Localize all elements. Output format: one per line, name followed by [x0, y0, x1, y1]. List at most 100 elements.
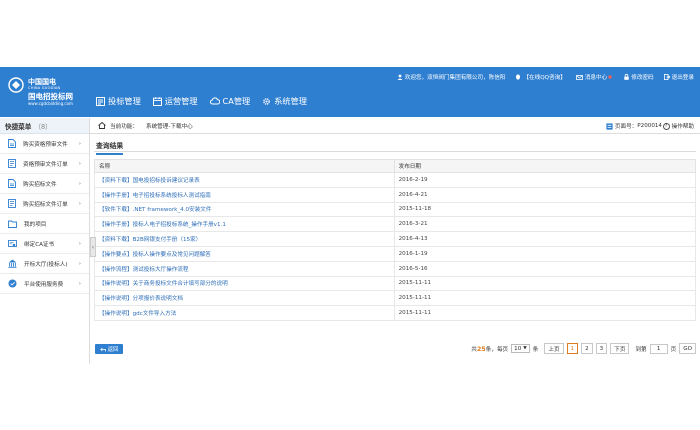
main-nav: 投标管理 运营管理 CA管理 系统管理	[96, 95, 319, 107]
quick-menu-title: 快捷菜单 （8）	[0, 118, 89, 134]
pagination: 共25条，每页 10 ▼ 条 上页 1 2 3 下页 到第 1 页 GO	[471, 343, 696, 354]
next-page-button[interactable]: 下页	[610, 343, 630, 354]
file-name-link[interactable]: 【操作流程】测试投标大厅操作流程	[94, 260, 395, 277]
qq-icon	[516, 74, 521, 80]
chevron-down-icon: ▼	[523, 346, 527, 351]
page-button-1[interactable]: 1	[566, 343, 579, 354]
back-arrow-icon	[99, 347, 106, 351]
publish-date: 2016-2-19	[393, 172, 697, 188]
operation-help-link[interactable]: ? 操作帮助	[662, 122, 694, 130]
sidebar-collapse-handle[interactable]: ‹	[90, 237, 96, 257]
logout-label: 退出登录	[671, 75, 694, 81]
publish-date: 2015-11-18	[393, 201, 697, 218]
file-name-link[interactable]: 【软件下载】.NET framework_4.0安装文件	[94, 201, 395, 218]
message-center-label: 消息中心	[584, 75, 608, 81]
message-center-link[interactable]: 消息中心	[575, 73, 614, 81]
nav-system-management[interactable]: 系统管理	[262, 95, 307, 107]
publish-date: 2015-11-11	[393, 305, 697, 321]
breadcrumb: 当前功能： 系统管理-下载中心 页面号： P200014 ? 操作帮助	[90, 118, 700, 134]
sidebar: 快捷菜单 （8） 购买资格预审文件 › 资格预审文件订单 › 购买招标文件 › …	[0, 118, 90, 364]
file-name-link[interactable]: 【操作手册】电子招投标系统投标人测试指南	[94, 186, 395, 203]
page-code-label: 页面号：	[614, 124, 638, 130]
sidebar-item-prequal-orders[interactable]: 资格预审文件订单 ›	[0, 154, 89, 174]
order-icon	[8, 199, 16, 208]
publish-date: 2016-4-13	[393, 231, 697, 247]
qq-consult-label: 【在线QQ咨询】	[523, 75, 566, 81]
file-name-link[interactable]: 【资料下载】国电投招标投诉建议记录表	[94, 172, 395, 188]
column-header-date: 发布日期	[393, 159, 697, 173]
prev-page-button[interactable]: 上页	[544, 343, 564, 354]
nav-label: 投标管理	[108, 96, 141, 106]
back-button[interactable]: 返回	[95, 344, 123, 354]
title-divider	[94, 151, 696, 152]
table-row: 【操作流程】测试投标大厅操作流程 2016-5-16	[94, 260, 697, 277]
company-name-en: CHINA GUODIAN	[28, 86, 61, 90]
sidebar-item-buy-prequal-docs[interactable]: 购买资格预审文件 ›	[0, 134, 89, 154]
page-button-2[interactable]: 2	[581, 343, 593, 354]
table-header-row: 名称 发布日期	[94, 159, 697, 173]
lock-icon	[624, 74, 629, 80]
nav-label: 系统管理	[274, 96, 307, 106]
document-icon	[8, 179, 16, 188]
per-page-select[interactable]: 10 ▼	[511, 344, 530, 353]
file-name-link[interactable]: 【操作说明】分项报价表说明文档	[94, 290, 395, 307]
sidebar-item-label: 购买招标文件	[23, 181, 57, 188]
operation-help-label: 操作帮助	[671, 124, 694, 130]
publish-date: 2015-11-11	[393, 290, 697, 307]
nav-bid-management[interactable]: 投标管理	[96, 95, 141, 107]
nav-label: 运营管理	[164, 96, 198, 106]
publish-date: 2016-3-21	[393, 216, 697, 233]
user-welcome: 欢迎您，双恒阀门集团有限公司，陈信阳	[397, 73, 505, 81]
gear-icon	[263, 97, 271, 105]
sidebar-item-buy-tender-docs[interactable]: 购买招标文件 ›	[0, 174, 89, 194]
file-name-link[interactable]: 【操作手册】投标人电子招投标系统_操作手册v1.1	[94, 216, 395, 233]
page-button-3[interactable]: 3	[595, 343, 608, 354]
sidebar-item-bid-opening-hall[interactable]: 开标大厅(投标人) ›	[0, 254, 89, 274]
sidebar-item-service-fee[interactable]: 平台使用服务费 ›	[0, 274, 89, 294]
goto-page-input[interactable]: 1	[649, 343, 668, 354]
page-code-icon	[606, 122, 613, 130]
change-password-link[interactable]: 修改密码	[624, 73, 654, 81]
sidebar-item-label: 我的项目	[24, 221, 47, 228]
table-row: 【资料下载】B2B网银支付手册（15家） 2016-4-13	[94, 231, 697, 247]
home-icon[interactable]	[98, 122, 106, 129]
sidebar-item-bind-ca[interactable]: 绑定CA证书 ›	[0, 234, 89, 254]
table-row: 【操作说明】gdc文件导入方法 2015-11-11	[94, 305, 697, 321]
main-content: 当前功能： 系统管理-下载中心 页面号： P200014 ? 操作帮助 查询结果…	[90, 118, 700, 364]
site-logo[interactable]: 中国国电 CHINA GUODIAN 国电招投标网 www.cgdcbiddin…	[8, 73, 88, 109]
chevron-right-icon: ›	[78, 240, 81, 247]
guodian-logo-icon	[8, 77, 24, 93]
sidebar-item-my-projects[interactable]: 我的项目	[0, 214, 89, 234]
certificate-icon	[8, 239, 17, 247]
breadcrumb-path: 系统管理-下载中心	[145, 123, 193, 130]
column-header-name: 名称	[94, 159, 395, 173]
file-name-link[interactable]: 【操作说明】gdc文件导入方法	[94, 305, 395, 321]
go-button[interactable]: GO	[679, 343, 696, 354]
table-row: 【操作要点】投标人操作要点及常见问题解答 2016-1-19	[94, 245, 697, 262]
sidebar-item-label: 开标大厅(投标人)	[24, 261, 68, 268]
table-row: 【操作手册】投标人电子招投标系统_操作手册v1.1 2016-3-21	[94, 216, 697, 233]
qq-consult-link[interactable]: 【在线QQ咨询】	[515, 73, 566, 81]
sidebar-item-tender-orders[interactable]: 购买招标文件订单 ›	[0, 194, 89, 214]
total-count: 共25条，每页	[471, 345, 508, 353]
chevron-right-icon: ›	[78, 140, 81, 147]
chevron-right-icon: ›	[78, 280, 81, 287]
chevron-right-icon: ›	[78, 260, 81, 267]
nav-label: CA管理	[222, 96, 251, 106]
sidebar-item-label: 平台使用服务费	[24, 281, 64, 288]
file-name-link[interactable]: 【资料下载】B2B网银支付手册（15家）	[94, 231, 395, 247]
logout-link[interactable]: 退出登录	[663, 73, 694, 81]
chevron-right-icon: ›	[78, 200, 81, 207]
nav-operations-management[interactable]: 运营管理	[152, 95, 198, 107]
file-name-link[interactable]: 【操作说明】关于商务投标文件合计填写部分的说明	[94, 275, 395, 292]
nav-ca-management[interactable]: CA管理	[209, 95, 251, 107]
file-name-link[interactable]: 【操作要点】投标人操作要点及常见问题解答	[94, 245, 395, 262]
mail-icon	[575, 74, 583, 80]
table-row: 【操作说明】关于商务投标文件合计填写部分的说明 2015-11-11	[94, 275, 697, 292]
breadcrumb-label: 当前功能：	[110, 123, 138, 130]
page-code: 页面号： P200014	[606, 122, 662, 130]
hall-icon	[8, 259, 17, 268]
service-icon	[8, 279, 17, 288]
publish-date: 2016-1-19	[393, 245, 697, 262]
question-icon: ?	[662, 122, 670, 130]
